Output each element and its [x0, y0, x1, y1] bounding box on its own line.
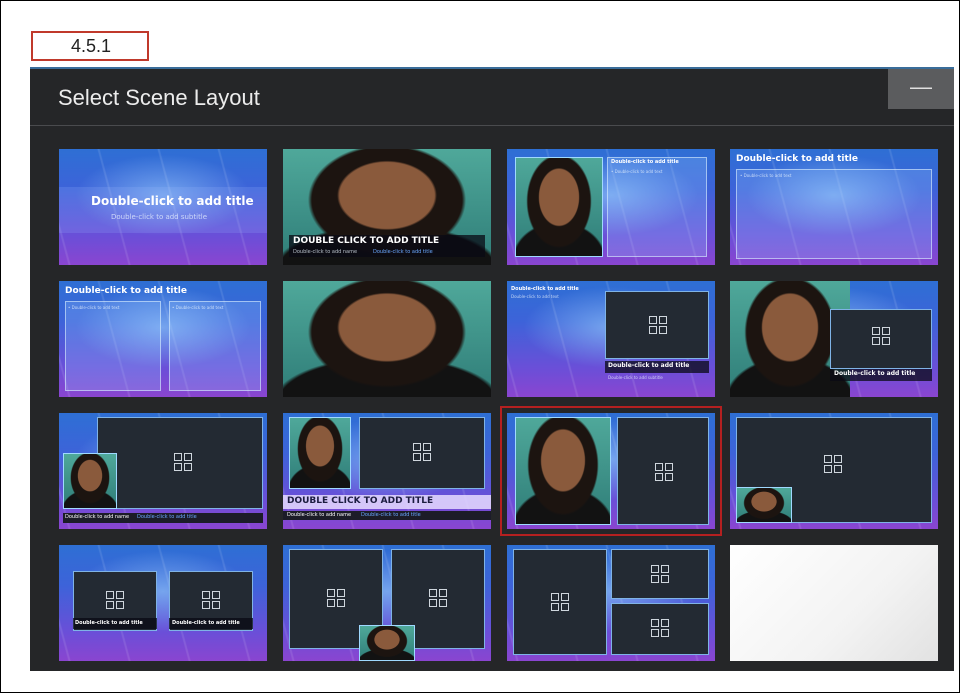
dialog-header: Select Scene Layout — — [30, 69, 954, 126]
layout-content-with-corner-camera[interactable] — [730, 413, 938, 529]
insert-content-icon — [824, 455, 842, 473]
camera-feed-placeholder — [359, 625, 415, 661]
step-number-label: 4.5.1 — [31, 31, 149, 61]
thumb-text-top: Double-click to add text — [511, 294, 559, 299]
thumb-bullet: • Double-click to add text — [740, 173, 792, 178]
thumb-name-title: Double-click to add title — [373, 249, 433, 255]
thumb-title: DOUBLE CLICK TO ADD TITLE — [293, 236, 440, 246]
insert-content-icon — [872, 327, 890, 345]
thumb-title: Double-click to add title — [736, 154, 858, 164]
thumb-name-title: Double-click to add title — [361, 512, 421, 518]
insert-content-icon — [429, 589, 447, 607]
camera-feed-placeholder — [515, 157, 603, 257]
insert-content-icon — [174, 453, 192, 471]
layout-two-content-titles[interactable]: Double-click to add title Double-click t… — [59, 545, 267, 661]
select-scene-layout-dialog: Select Scene Layout — Double-click to ad… — [30, 67, 954, 671]
thumb-title: Double-click to add title — [608, 362, 690, 369]
thumb-name: Double-click to add name — [293, 249, 358, 255]
thumb-bullet-left: • Double-click to add text — [68, 305, 120, 310]
layout-two-content[interactable]: Double-click to add title • Double-click… — [59, 281, 267, 397]
thumb-bullet: • Double-click to add text — [611, 169, 663, 174]
camera-feed-placeholder — [736, 487, 792, 523]
insert-content-icon — [551, 593, 569, 611]
layout-fullscreen-camera-title[interactable]: DOUBLE CLICK TO ADD TITLE Double-click t… — [283, 149, 491, 265]
thumb-name-title: Double-click to add title — [137, 514, 197, 520]
content-panel-right — [169, 301, 261, 391]
layout-camera-with-content-overlay[interactable]: Double-click to add title — [730, 281, 938, 397]
thumb-bullet-right: • Double-click to add text — [172, 305, 224, 310]
layout-title-slide[interactable]: Double-click to add title Double-click t… — [59, 149, 267, 265]
camera-feed-placeholder — [283, 281, 491, 397]
insert-content-icon — [202, 591, 220, 609]
camera-feed-placeholder — [63, 453, 117, 509]
content-panel-left — [65, 301, 161, 391]
thumb-subtitle: Double-click to add subtitle — [608, 375, 663, 380]
thumb-name: Double-click to add name — [287, 512, 352, 518]
thumb-title-left: Double-click to add title — [75, 620, 143, 626]
thumb-title-top: Double-click to add title — [511, 286, 579, 292]
thumb-title: Double-click to add title — [834, 370, 916, 377]
layout-title-content[interactable]: Double-click to add title • Double-click… — [730, 149, 938, 265]
layout-camera-and-content-selected[interactable] — [500, 406, 722, 536]
insert-content-icon — [413, 443, 431, 461]
layout-two-content-camera-bottom[interactable] — [283, 545, 491, 661]
minimize-button[interactable]: — — [888, 69, 954, 109]
thumb-subtitle: Double-click to add subtitle — [111, 213, 208, 221]
layout-content-small-camera[interactable]: Double-click to add name Double-click to… — [59, 413, 267, 529]
insert-content-icon — [649, 316, 667, 334]
insert-content-icon — [651, 565, 669, 583]
insert-content-icon — [655, 463, 673, 481]
insert-content-icon — [327, 589, 345, 607]
layout-content-with-title[interactable]: Double-click to add title Double-click t… — [507, 281, 715, 397]
camera-feed-placeholder — [289, 417, 351, 489]
layout-fullscreen-camera[interactable] — [283, 281, 491, 397]
layout-camera-left-content[interactable]: Double-click to add title • Double-click… — [507, 149, 715, 265]
thumb-title: Double-click to add title — [611, 159, 679, 165]
dialog-title: Select Scene Layout — [58, 85, 260, 110]
layout-three-content[interactable] — [507, 545, 715, 661]
thumb-title: Double-click to add title — [91, 194, 254, 208]
thumb-name: Double-click to add name — [65, 514, 130, 520]
camera-feed-placeholder — [515, 417, 611, 525]
insert-content-icon — [651, 619, 669, 637]
layout-blank[interactable] — [730, 545, 938, 661]
insert-content-icon — [106, 591, 124, 609]
thumb-title: DOUBLE CLICK TO ADD TITLE — [287, 496, 434, 506]
thumb-title-right: Double-click to add title — [172, 620, 240, 626]
thumb-title: Double-click to add title — [65, 286, 187, 296]
content-panel — [736, 169, 932, 259]
layout-camera-content-title[interactable]: DOUBLE CLICK TO ADD TITLE Double-click t… — [283, 413, 491, 529]
